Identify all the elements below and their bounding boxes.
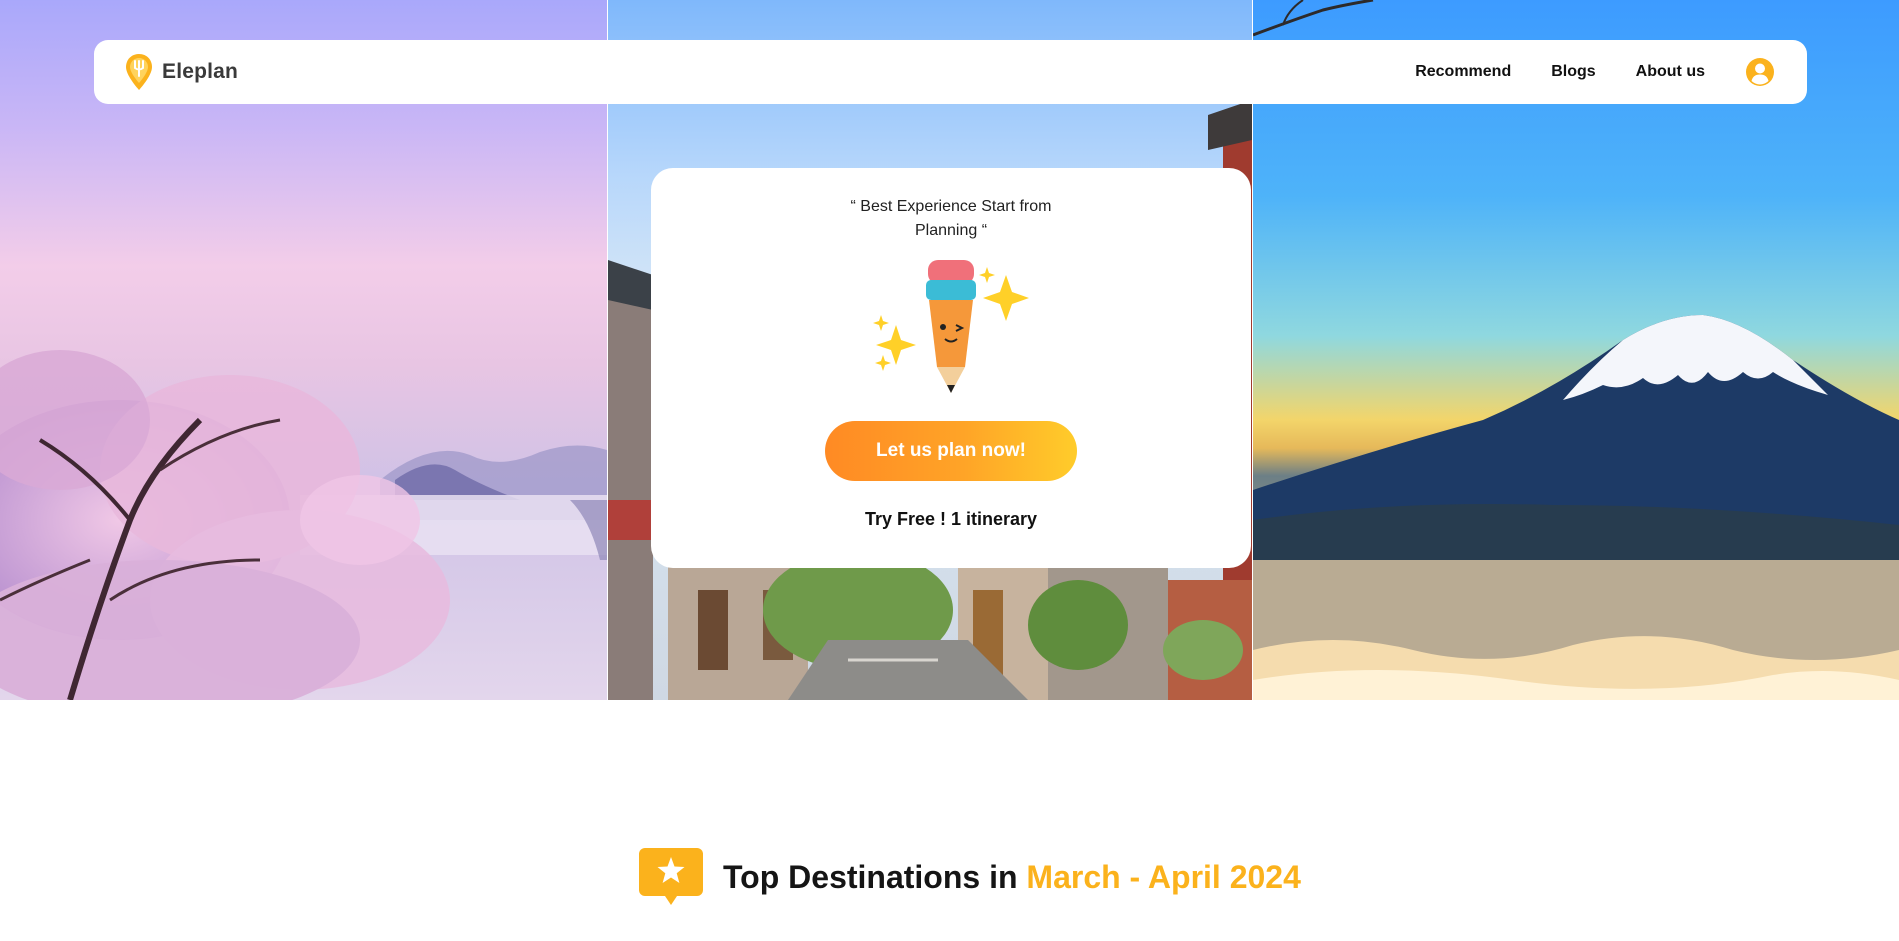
- volcano-scene: [1253, 0, 1899, 700]
- cherry-blossom-scene: [0, 350, 607, 700]
- top-destinations-heading: Top Destinations in March - April 2024: [639, 848, 1301, 906]
- section-title-prefix: Top Destinations in: [723, 858, 1018, 895]
- section-title-highlight: March - April 2024: [1026, 858, 1301, 895]
- nav-link-about-us[interactable]: About us: [1636, 63, 1705, 81]
- top-navbar: Eleplan Recommend Blogs About us: [94, 40, 1807, 104]
- free-trial-text: Try Free ! 1 itinerary: [864, 509, 1038, 529]
- nav-link-recommend[interactable]: Recommend: [1415, 63, 1511, 81]
- user-circle-icon[interactable]: [1745, 57, 1775, 87]
- pencil-sparkles-icon: [873, 260, 1029, 393]
- plan-cta-card: “ Best Experience Start from Planning “ …: [651, 168, 1251, 568]
- section-title: Top Destinations in March - April 2024: [723, 859, 1301, 896]
- hero-image-volcano: [1253, 0, 1899, 700]
- nav-links: Recommend Blogs About us: [1375, 57, 1775, 87]
- tagline: “ Best Experience Start from Planning “: [850, 198, 1052, 239]
- brand-name: Eleplan: [162, 60, 239, 83]
- brand-logo[interactable]: Eleplan: [124, 52, 238, 92]
- nav-link-blogs[interactable]: Blogs: [1551, 63, 1595, 81]
- star-badge-icon: [639, 848, 703, 905]
- plan-now-button[interactable]: Let us plan now!: [825, 421, 1077, 481]
- hero-image-cherry-blossom: [0, 0, 607, 700]
- location-pin-logo-icon: [126, 54, 152, 90]
